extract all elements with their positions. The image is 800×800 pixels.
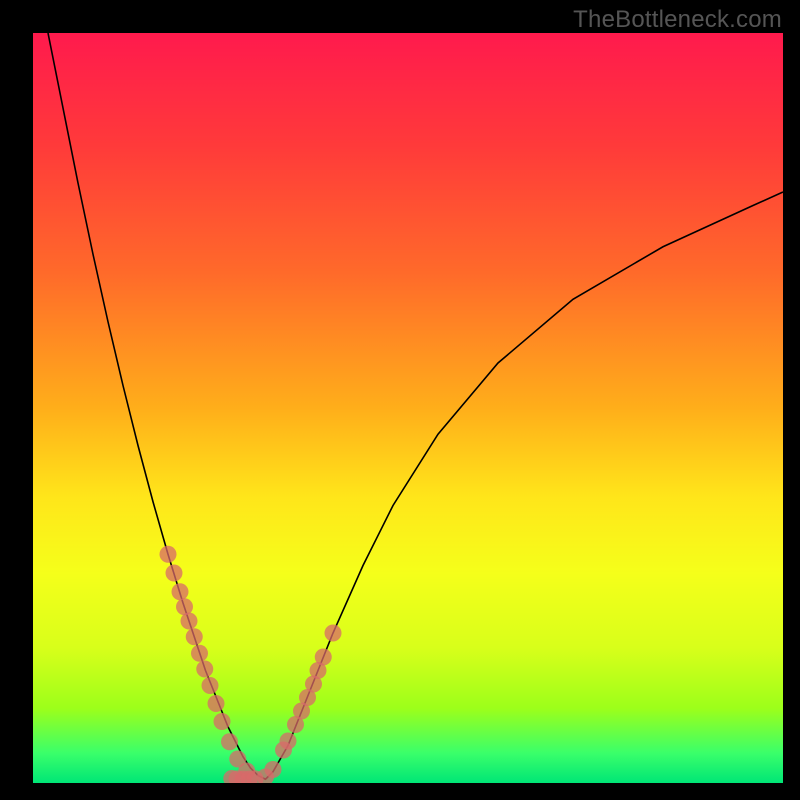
data-point	[181, 613, 198, 630]
data-point	[172, 583, 189, 600]
scatter-right	[257, 625, 342, 784]
data-point	[186, 628, 203, 645]
data-point	[315, 649, 332, 666]
data-point	[202, 677, 219, 694]
data-point	[214, 713, 231, 730]
bottleneck-curve	[48, 33, 783, 779]
scatter-bottom	[223, 770, 263, 783]
data-point	[196, 661, 213, 678]
data-point	[221, 733, 238, 750]
data-point	[160, 546, 177, 563]
data-point	[325, 625, 342, 642]
plot-area	[33, 33, 783, 783]
data-point	[166, 565, 183, 582]
data-point	[191, 645, 208, 662]
watermark-text: TheBottleneck.com	[573, 6, 782, 34]
chart-svg	[33, 33, 783, 783]
data-point	[265, 761, 282, 778]
data-point	[280, 733, 297, 750]
scatter-left	[160, 546, 256, 780]
outer-frame: TheBottleneck.com	[0, 0, 800, 800]
data-point	[208, 695, 225, 712]
